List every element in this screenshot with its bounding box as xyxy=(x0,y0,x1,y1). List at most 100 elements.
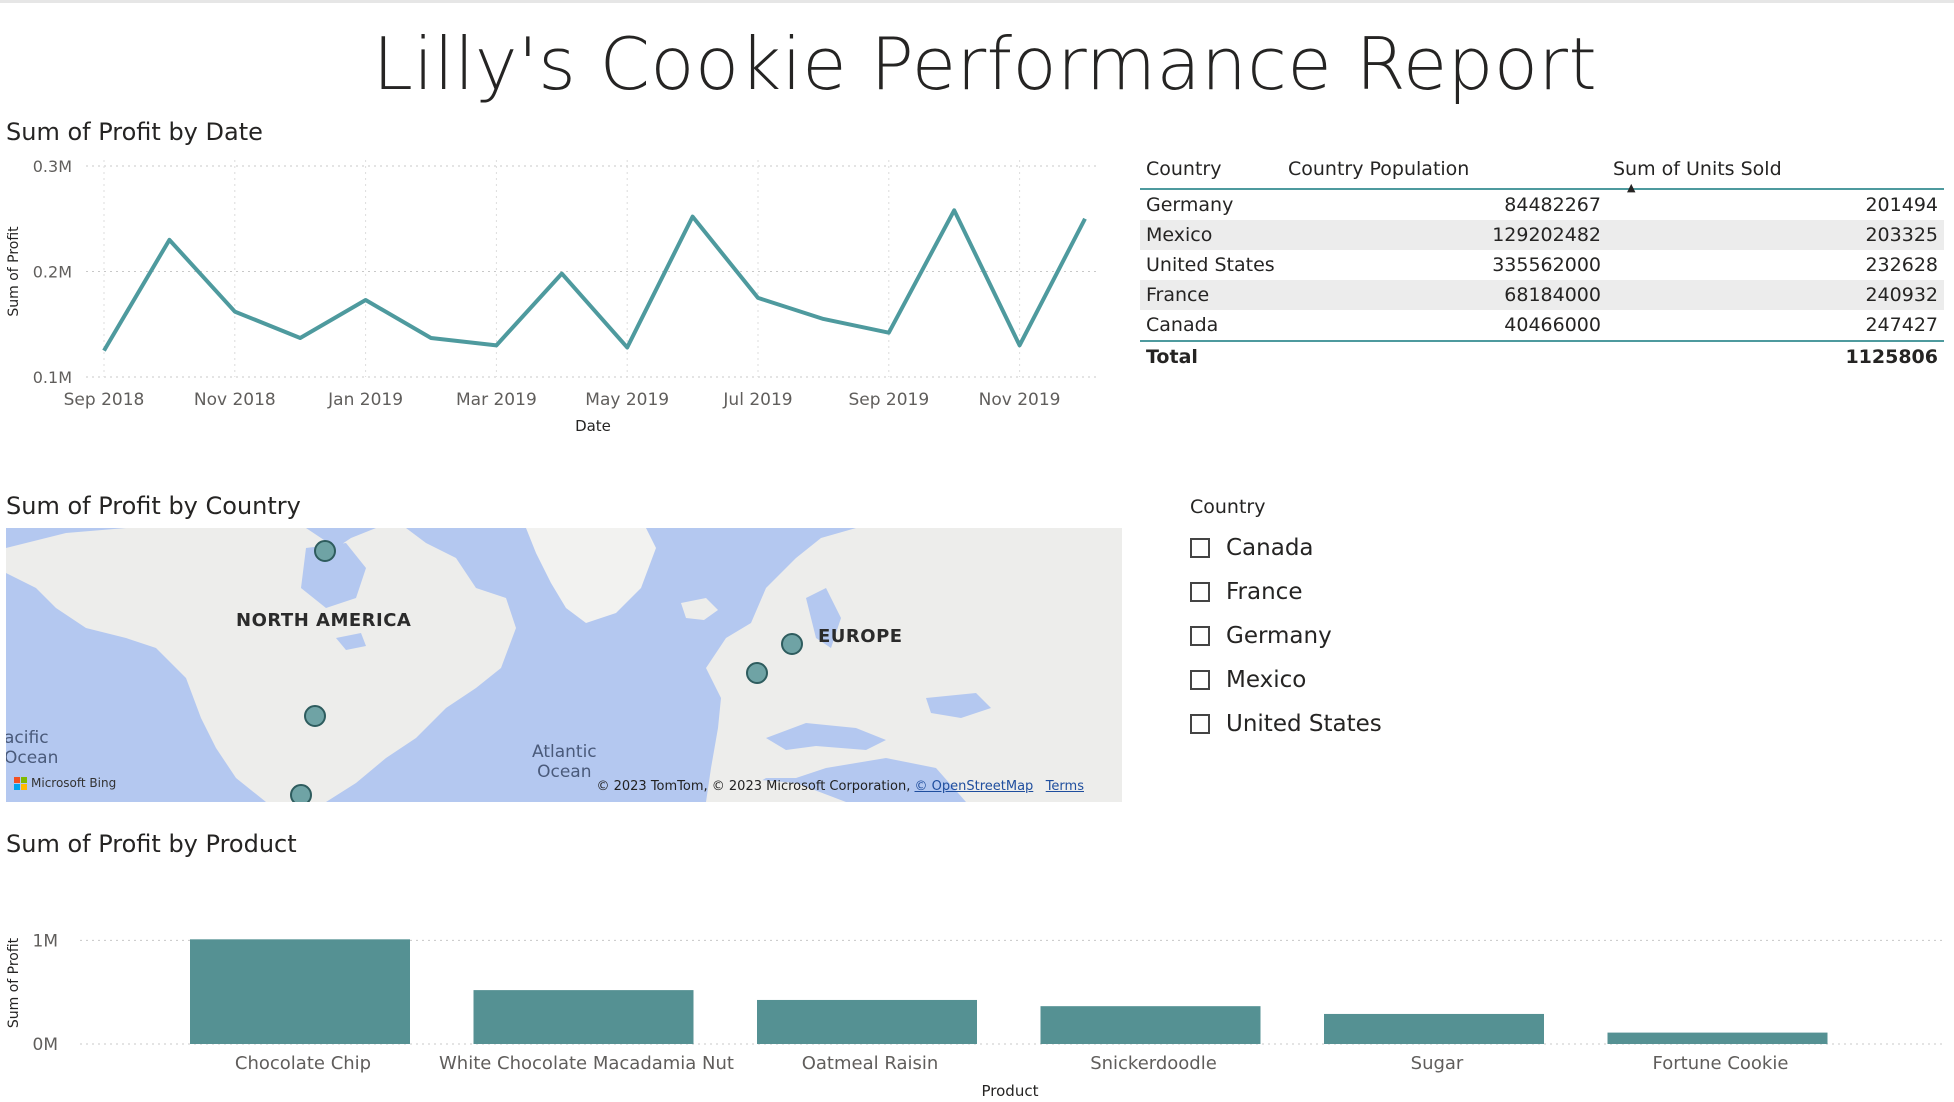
sort-ascending-icon[interactable]: ▲ xyxy=(1627,181,1635,194)
checkbox-canada[interactable] xyxy=(1190,538,1210,558)
line-point[interactable] xyxy=(98,345,110,357)
x-tick-label: Chocolate Chip xyxy=(235,1053,371,1074)
bar-sugar[interactable] xyxy=(1324,1013,1544,1044)
bar-fortune-cookie[interactable] xyxy=(1607,1032,1828,1044)
line-point[interactable] xyxy=(163,234,175,246)
y-tick-label: 0.3M xyxy=(33,157,72,176)
cell-units-sold: 232628 xyxy=(1865,254,1938,276)
y-axis-title: Sum of Profit xyxy=(6,226,22,317)
slicer-item-united-states[interactable]: United States xyxy=(1190,702,1382,746)
line-point[interactable] xyxy=(883,327,895,339)
table-row[interactable]: Canada 40466000 247427 xyxy=(1140,310,1944,341)
slicer-item-germany[interactable]: Germany xyxy=(1190,614,1382,658)
openstreetmap-link[interactable]: © OpenStreetMap xyxy=(915,779,1034,794)
line-chart-title: Sum of Profit by Date xyxy=(6,118,263,146)
slicer-item-label: United States xyxy=(1226,711,1382,737)
total-label: Total xyxy=(1146,346,1198,368)
x-tick-label: Nov 2018 xyxy=(194,390,276,410)
map-bubble-united-states[interactable] xyxy=(304,705,326,727)
y-tick-label: 0.2M xyxy=(33,263,72,282)
cell-population: 40466000 xyxy=(1504,314,1601,336)
table-row[interactable]: Mexico 129202482 203325 xyxy=(1140,220,1944,250)
map-title: Sum of Profit by Country xyxy=(6,492,301,520)
header-sum-units-sold[interactable]: Sum of Units Sold ▲ xyxy=(1607,150,1944,194)
total-empty xyxy=(1282,341,1607,372)
x-tick-label: Nov 2019 xyxy=(979,390,1061,410)
cell-population: 129202482 xyxy=(1492,224,1601,246)
line-point[interactable] xyxy=(425,332,437,344)
cell-country: Mexico xyxy=(1146,224,1213,246)
line-point[interactable] xyxy=(948,204,960,216)
checkbox-germany[interactable] xyxy=(1190,626,1210,646)
y-tick-label: 1M xyxy=(33,931,58,951)
cell-units-sold: 240932 xyxy=(1865,284,1938,306)
cell-population: 335562000 xyxy=(1492,254,1601,276)
y-tick-label: 0M xyxy=(33,1035,58,1055)
map-attribution: © 2023 TomTom, © 2023 Microsoft Corporat… xyxy=(596,779,1084,794)
map-bubble-france[interactable] xyxy=(746,662,768,684)
line-point[interactable] xyxy=(621,341,633,353)
bar-oatmeal-raisin[interactable] xyxy=(757,999,977,1044)
line-point[interactable] xyxy=(1014,339,1026,351)
checkbox-mexico[interactable] xyxy=(1190,670,1210,690)
attribution-text: © 2023 TomTom, © 2023 Microsoft Corporat… xyxy=(596,779,911,794)
map-bubble-germany[interactable] xyxy=(781,633,803,655)
profit-line[interactable] xyxy=(102,208,1087,352)
slicer-item-mexico[interactable]: Mexico xyxy=(1190,658,1382,702)
bar-chart[interactable]: 1M 0M Chocolate Chip White Chocolate Macada… xyxy=(0,880,1954,1102)
table-total-row: Total 1125806 xyxy=(1140,341,1944,372)
microsoft-logo-icon xyxy=(14,776,27,790)
y-axis-title: Sum of Profit xyxy=(6,937,22,1028)
line-point[interactable] xyxy=(360,294,372,306)
profit-map[interactable]: NORTH AMERICA EUROPE Atlantic Ocean acif… xyxy=(6,528,1122,802)
checkbox-france[interactable] xyxy=(1190,582,1210,602)
table-row[interactable]: France 68184000 240932 xyxy=(1140,280,1944,310)
header-country[interactable]: Country xyxy=(1140,150,1282,189)
map-bubble-canada[interactable] xyxy=(314,540,336,562)
label-north-america: NORTH AMERICA xyxy=(236,610,412,631)
table-row[interactable]: United States 335562000 232628 xyxy=(1140,250,1944,280)
x-tick-label: Snickerdoodle xyxy=(1090,1053,1217,1074)
line-point[interactable] xyxy=(556,268,568,280)
line-point[interactable] xyxy=(294,332,306,344)
x-axis-title: Product xyxy=(982,1082,1039,1100)
slicer-item-canada[interactable]: Canada xyxy=(1190,526,1382,570)
slicer-item-label: France xyxy=(1226,579,1303,605)
x-tick-label: Jul 2019 xyxy=(722,390,792,410)
cell-units-sold: 247427 xyxy=(1865,314,1938,336)
cell-country: Germany xyxy=(1146,194,1234,216)
line-point[interactable] xyxy=(752,292,764,304)
line-point[interactable] xyxy=(490,339,502,351)
bing-brand: Microsoft Bing xyxy=(14,776,116,790)
cell-population: 84482267 xyxy=(1504,194,1601,216)
line-chart[interactable]: 0.3M 0.2M 0.1M Sep 2018 Nov 2018 Jan 2019 Mar … xyxy=(0,145,1110,440)
slicer-title: Country xyxy=(1190,496,1266,518)
x-tick-label: Mar 2019 xyxy=(456,390,537,410)
x-tick-label: Oatmeal Raisin xyxy=(802,1053,939,1074)
x-tick-label: Fortune Cookie xyxy=(1653,1053,1789,1074)
cell-country: France xyxy=(1146,284,1210,306)
bar-chart-title: Sum of Profit by Product xyxy=(6,830,297,858)
line-point[interactable] xyxy=(229,306,241,318)
checkbox-united-states[interactable] xyxy=(1190,714,1210,734)
top-border xyxy=(0,0,1954,3)
country-slicer[interactable]: Country Canada France Germany Mexico Uni… xyxy=(1190,496,1382,746)
slicer-item-france[interactable]: France xyxy=(1190,570,1382,614)
cell-units-sold: 203325 xyxy=(1865,224,1938,246)
line-point[interactable] xyxy=(687,211,699,223)
x-tick-label: May 2019 xyxy=(585,390,669,410)
x-tick-label: White Chocolate Macadamia Nut xyxy=(439,1053,734,1074)
label-atlantic-ocean: Atlantic Ocean xyxy=(532,742,597,782)
table-row[interactable]: Germany 84482267 201494 xyxy=(1140,189,1944,220)
slicer-item-label: Germany xyxy=(1226,623,1332,649)
label-pacific-ocean: acific Ocean xyxy=(6,728,59,768)
map-bubble-mexico[interactable] xyxy=(290,784,312,802)
bar-chocolate-chip[interactable] xyxy=(190,939,410,1044)
header-country-population[interactable]: Country Population xyxy=(1282,150,1607,189)
line-point[interactable] xyxy=(817,313,829,325)
line-point[interactable] xyxy=(1079,213,1091,225)
terms-link[interactable]: Terms xyxy=(1046,779,1084,794)
country-table[interactable]: Country Country Population Sum of Units … xyxy=(1140,150,1944,372)
bar-snickerdoodle[interactable] xyxy=(1040,1006,1261,1044)
bar-white-chocolate-macadamia-nut[interactable] xyxy=(473,990,694,1044)
